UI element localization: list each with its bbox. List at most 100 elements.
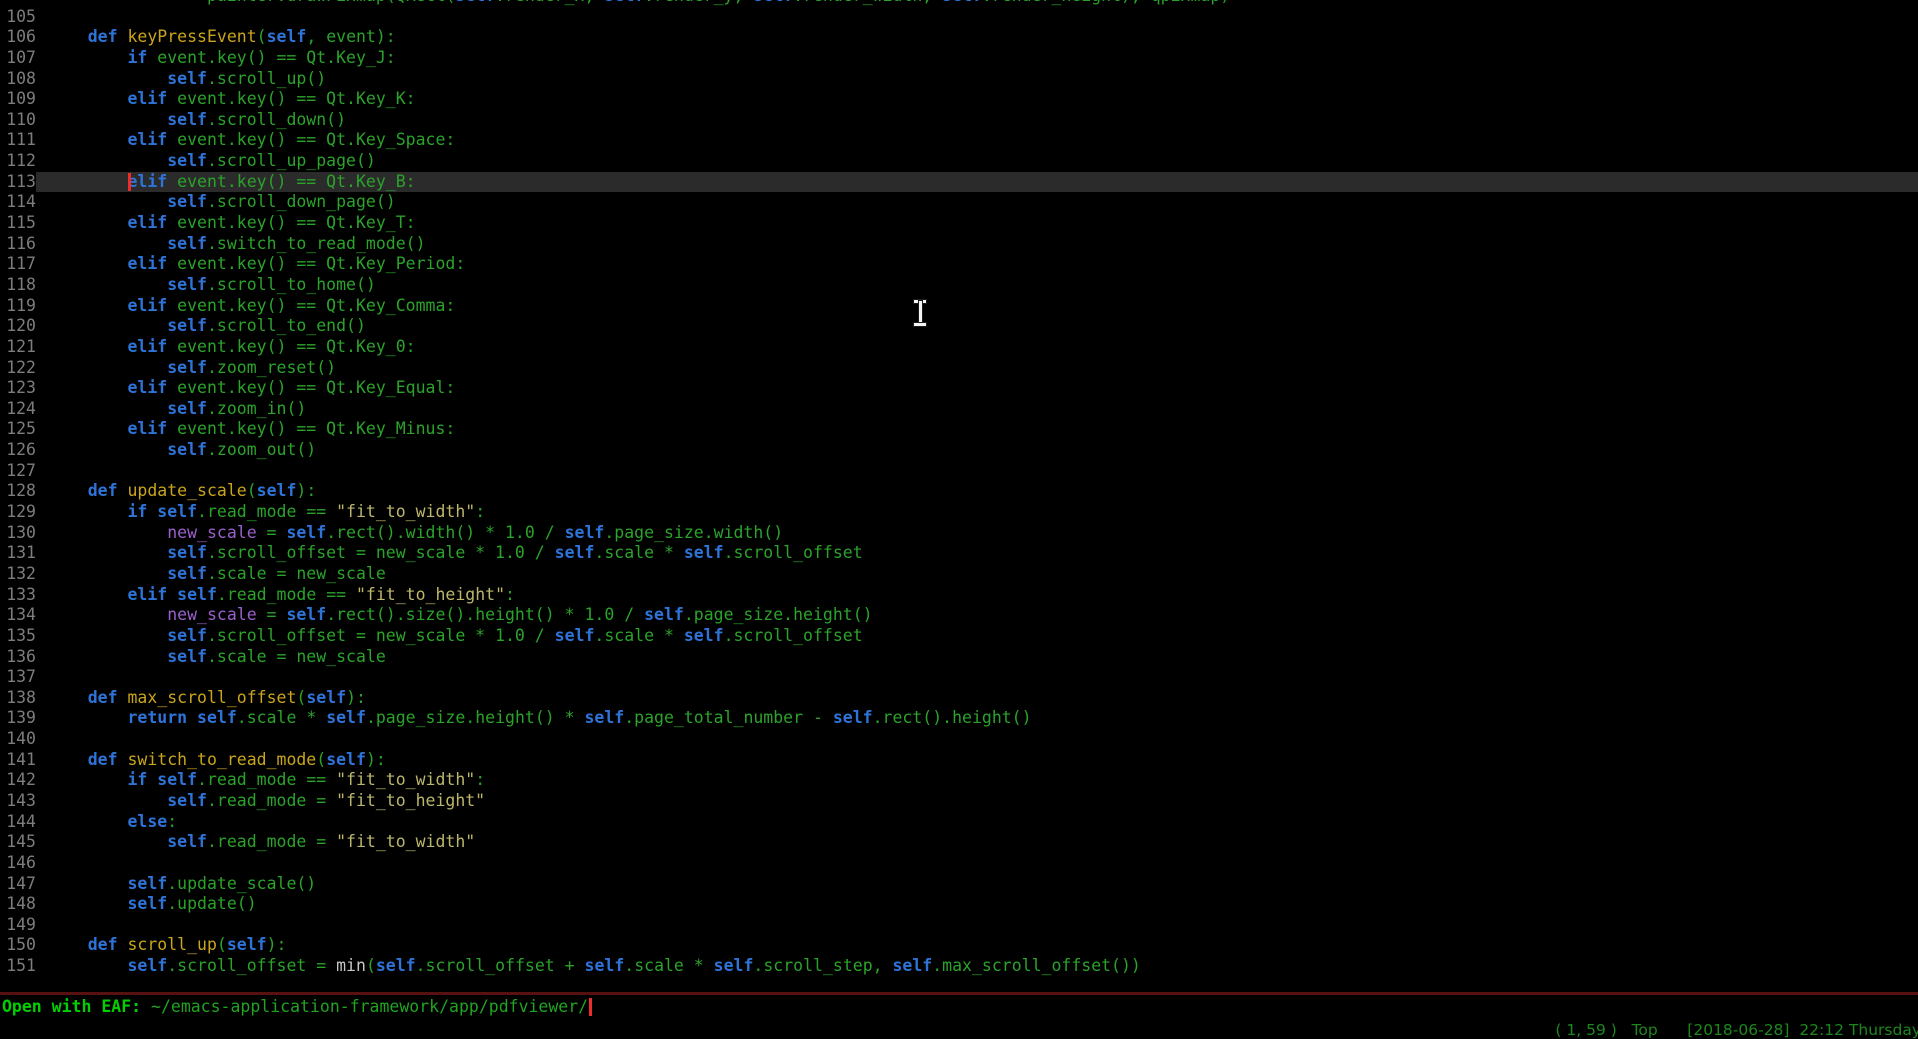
text-cursor (128, 173, 131, 192)
line-number: 134 (0, 605, 36, 626)
line-number: 122 (0, 358, 36, 379)
code-line[interactable]: 116 self.switch_to_read_mode() (0, 234, 1918, 255)
line-number: 142 (0, 770, 36, 791)
code-text: self.scroll_up_page() (48, 151, 376, 172)
code-text: def keyPressEvent(self, event): (48, 27, 396, 48)
code-line[interactable]: 144 else: (0, 812, 1918, 833)
code-line[interactable]: 134 new_scale = self.rect().size().heigh… (0, 605, 1918, 626)
code-line[interactable]: 141 def switch_to_read_mode(self): (0, 750, 1918, 771)
line-number: 126 (0, 440, 36, 461)
code-line[interactable]: 131 self.scroll_offset = new_scale * 1.0… (0, 543, 1918, 564)
code-text: self.update() (48, 894, 257, 915)
code-line[interactable]: 146 (0, 853, 1918, 874)
code-text: elif event.key() == Qt.Key_Minus: (48, 419, 455, 440)
code-line[interactable]: 114 self.scroll_down_page() (0, 192, 1918, 213)
code-line[interactable]: 142 if self.read_mode == "fit_to_width": (0, 770, 1918, 791)
line-number: 141 (0, 750, 36, 771)
code-text: elif event.key() == Qt.Key_Period: (48, 254, 465, 275)
code-text: if self.read_mode == "fit_to_width": (48, 770, 485, 791)
code-line[interactable]: 107 if event.key() == Qt.Key_J: (0, 48, 1918, 69)
code-line[interactable]: 136 self.scale = new_scale (0, 647, 1918, 668)
minibuffer[interactable]: Open with EAF: ~/emacs-application-frame… (2, 996, 592, 1017)
code-text: self.scroll_offset = new_scale * 1.0 / s… (48, 626, 863, 647)
editor-buffer[interactable]: painter.drawPixmap(QRect(self.render_x, … (0, 0, 1918, 977)
code-line[interactable]: 110 self.scroll_down() (0, 110, 1918, 131)
code-line[interactable]: 115 elif event.key() == Qt.Key_T: (0, 213, 1918, 234)
code-line[interactable]: 143 self.read_mode = "fit_to_height" (0, 791, 1918, 812)
code-text: self.scroll_down_page() (48, 192, 396, 213)
code-line[interactable]: 128 def update_scale(self): (0, 481, 1918, 502)
line-number: 125 (0, 419, 36, 440)
code-line[interactable]: 145 self.read_mode = "fit_to_width" (0, 832, 1918, 853)
code-line[interactable]: 109 elif event.key() == Qt.Key_K: (0, 89, 1918, 110)
code-line[interactable]: 124 self.zoom_in() (0, 399, 1918, 420)
code-text: elif event.key() == Qt.Key_K: (48, 89, 416, 110)
line-number: 133 (0, 585, 36, 606)
code-line[interactable]: 121 elif event.key() == Qt.Key_0: (0, 337, 1918, 358)
code-line[interactable]: 125 elif event.key() == Qt.Key_Minus: (0, 419, 1918, 440)
line-number: 135 (0, 626, 36, 647)
code-line[interactable]: 123 elif event.key() == Qt.Key_Equal: (0, 378, 1918, 399)
code-line[interactable]: 137 (0, 667, 1918, 688)
code-line[interactable]: 133 elif self.read_mode == "fit_to_heigh… (0, 585, 1918, 606)
code-line[interactable]: 112 self.scroll_up_page() (0, 151, 1918, 172)
code-line[interactable]: 122 self.zoom_reset() (0, 358, 1918, 379)
code-text: if self.read_mode == "fit_to_width": (48, 502, 485, 523)
line-number: 144 (0, 812, 36, 833)
line-number: 113 (0, 172, 36, 193)
code-text: def scroll_up(self): (48, 935, 286, 956)
minibuffer-input[interactable]: ~/emacs-application-framework/app/pdfvie… (151, 997, 588, 1016)
code-line[interactable]: 139 return self.scale * self.page_size.h… (0, 708, 1918, 729)
code-text: self.read_mode = "fit_to_width" (48, 832, 475, 853)
code-line[interactable]: 149 (0, 915, 1918, 936)
line-number: 127 (0, 461, 36, 482)
line-number: 150 (0, 935, 36, 956)
code-line[interactable]: 148 self.update() (0, 894, 1918, 915)
line-number: 130 (0, 523, 36, 544)
code-line[interactable]: 105 (0, 7, 1918, 28)
code-line[interactable]: 140 (0, 729, 1918, 750)
code-line[interactable]: 120 self.scroll_to_end() (0, 316, 1918, 337)
line-number: 137 (0, 667, 36, 688)
line-number: 112 (0, 151, 36, 172)
code-line-partial[interactable]: painter.drawPixmap(QRect(self.render_x, … (0, 0, 1918, 7)
code-line[interactable]: 118 self.scroll_to_home() (0, 275, 1918, 296)
code-text: elif event.key() == Qt.Key_B: (48, 172, 416, 193)
line-number: 105 (0, 7, 36, 28)
code-text: def switch_to_read_mode(self): (48, 750, 386, 771)
code-text: self.scale = new_scale (48, 647, 386, 668)
code-line[interactable]: 127 (0, 461, 1918, 482)
code-line[interactable]: 138 def max_scroll_offset(self): (0, 688, 1918, 709)
line-number: 136 (0, 647, 36, 668)
code-line[interactable]: 147 self.update_scale() (0, 874, 1918, 895)
line-number: 121 (0, 337, 36, 358)
code-line[interactable]: 119 elif event.key() == Qt.Key_Comma: (0, 296, 1918, 317)
code-line[interactable]: 135 self.scroll_offset = new_scale * 1.0… (0, 626, 1918, 647)
code-text: self.scroll_offset = new_scale * 1.0 / s… (48, 543, 863, 564)
code-line[interactable]: 106 def keyPressEvent(self, event): (0, 27, 1918, 48)
line-number: 146 (0, 853, 36, 874)
line-number: 109 (0, 89, 36, 110)
code-line[interactable]: 129 if self.read_mode == "fit_to_width": (0, 502, 1918, 523)
code-line[interactable]: 113 elif event.key() == Qt.Key_B: (0, 172, 1918, 193)
code-text: else: (48, 812, 177, 833)
line-number: 138 (0, 688, 36, 709)
code-text: self.switch_to_read_mode() (48, 234, 426, 255)
line-number: 114 (0, 192, 36, 213)
code-text: self.read_mode = "fit_to_height" (48, 791, 485, 812)
mouse-ibeam-cursor (912, 300, 928, 326)
code-line[interactable]: 150 def scroll_up(self): (0, 935, 1918, 956)
code-text: self.scroll_up() (48, 69, 326, 90)
code-line[interactable]: 117 elif event.key() == Qt.Key_Period: (0, 254, 1918, 275)
code-text: self.zoom_out() (48, 440, 316, 461)
code-line[interactable]: 132 self.scale = new_scale (0, 564, 1918, 585)
code-line[interactable]: 130 new_scale = self.rect().width() * 1.… (0, 523, 1918, 544)
code-line[interactable]: 151 self.scroll_offset = min(self.scroll… (0, 956, 1918, 977)
line-number: 132 (0, 564, 36, 585)
status-info: ( 1, 59 ) Top [2018-06-28] 22:12 Thursda… (1555, 1021, 1918, 1039)
line-number: 116 (0, 234, 36, 255)
code-line[interactable]: 126 self.zoom_out() (0, 440, 1918, 461)
code-line[interactable]: 108 self.scroll_up() (0, 69, 1918, 90)
code-text: self.scroll_to_home() (48, 275, 376, 296)
code-line[interactable]: 111 elif event.key() == Qt.Key_Space: (0, 130, 1918, 151)
